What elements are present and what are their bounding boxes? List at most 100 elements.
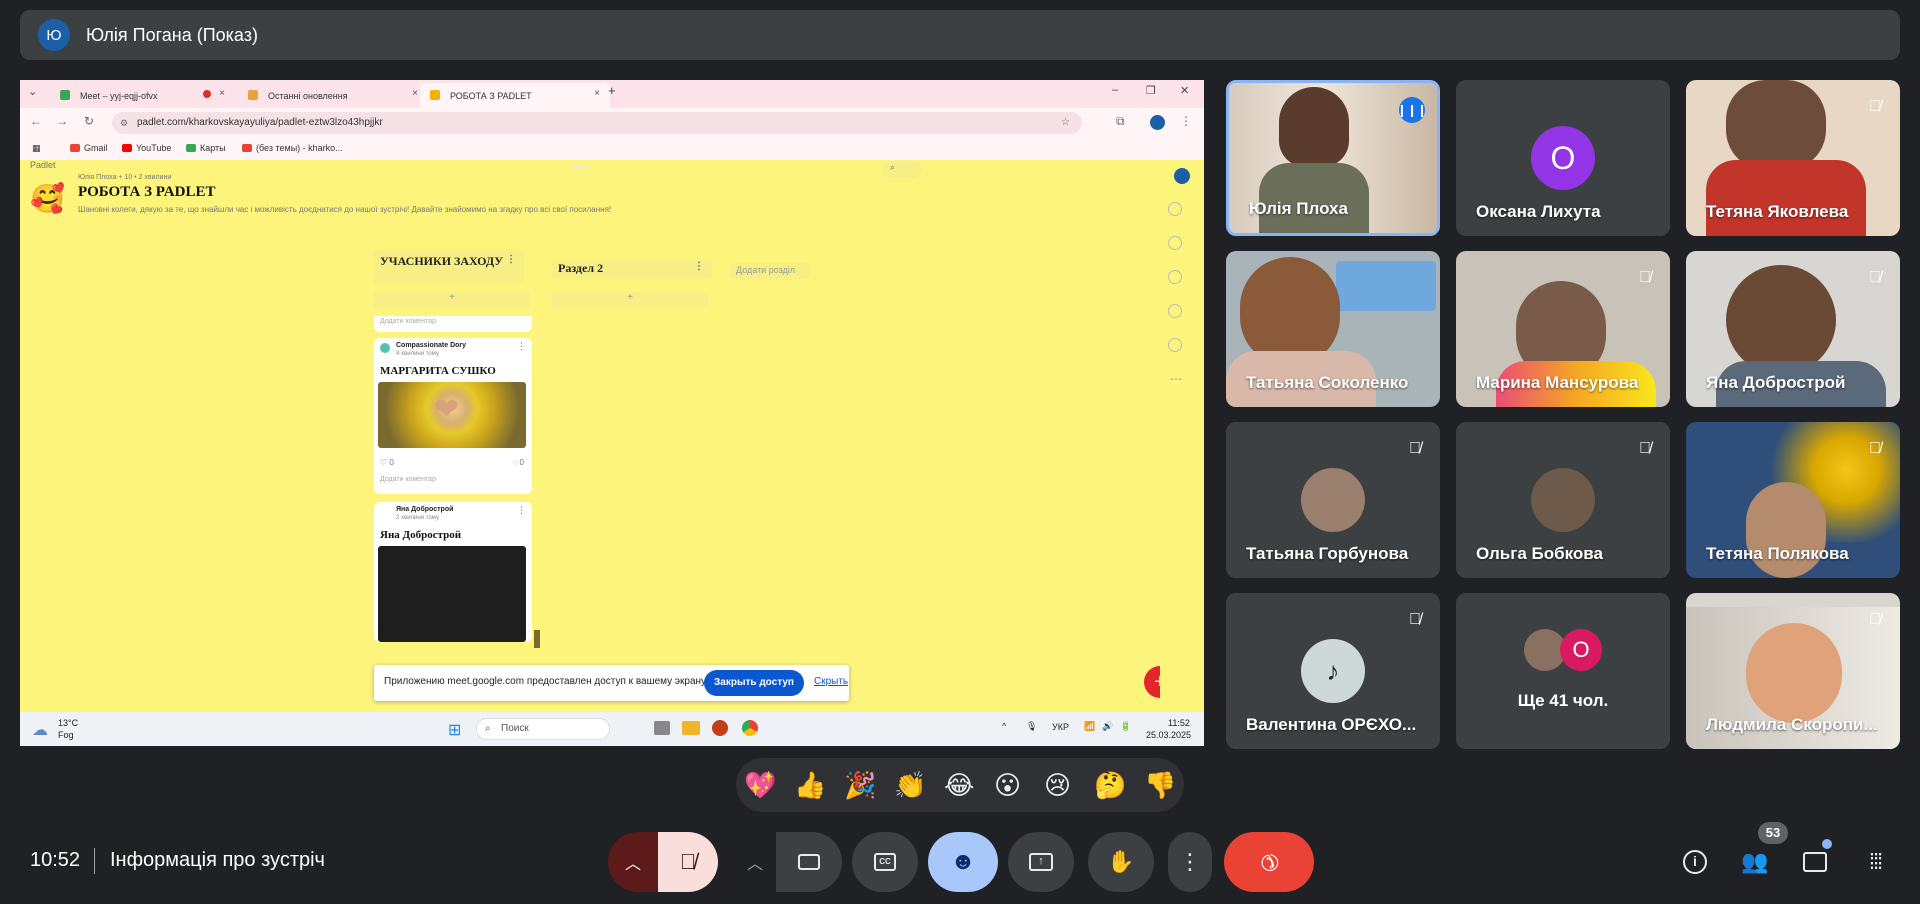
- collaborators-icon[interactable]: ●●•: [572, 162, 588, 173]
- add-comment-link[interactable]: Додати коментар: [380, 476, 436, 483]
- reaction-thumbs-down[interactable]: 👎: [1144, 768, 1176, 802]
- reaction-party-popper[interactable]: 🎉: [844, 768, 876, 802]
- bookmark-star-icon[interactable]: ☆: [1061, 112, 1070, 134]
- raise-hand-button[interactable]: ✋: [1088, 832, 1154, 892]
- chat-button[interactable]: [1800, 847, 1830, 877]
- reaction-thumbs-up[interactable]: 👍: [794, 768, 826, 802]
- reaction-clapping[interactable]: 👏: [894, 768, 926, 802]
- hide-button[interactable]: Скрыть: [814, 676, 848, 687]
- leave-call-button[interactable]: ✆: [1224, 832, 1314, 892]
- captions-button[interactable]: CC: [852, 832, 918, 892]
- tab-updates[interactable]: Останні оновлення ×: [238, 83, 428, 108]
- site-info-icon[interactable]: ⚙: [120, 112, 128, 134]
- meeting-details-button[interactable]: i: [1680, 847, 1710, 877]
- new-tab-icon[interactable]: +: [608, 83, 616, 98]
- participant-tile[interactable]: 🎙̸ Татьяна Горбунова: [1226, 422, 1440, 578]
- window-close-icon[interactable]: ✕: [1180, 84, 1189, 97]
- participant-tile[interactable]: 🎙̸ Ольга Бобкова: [1456, 422, 1670, 578]
- notification-icon[interactable]: [1168, 270, 1182, 284]
- video-options-button[interactable]: ︿: [730, 832, 780, 892]
- tab-meet[interactable]: Meet – yyj-eqjj-ofvx ×: [50, 83, 235, 108]
- mic-tray-icon[interactable]: 🎙: [1026, 721, 1037, 732]
- section-menu-icon[interactable]: ⋮: [694, 261, 704, 272]
- menu-icon[interactable]: ⋮: [1180, 114, 1192, 128]
- close-icon[interactable]: ×: [412, 88, 418, 99]
- participant-tile[interactable]: О Оксана Лихута: [1456, 80, 1670, 236]
- comment-icon[interactable]: ◌ 0: [513, 458, 524, 467]
- battery-icon[interactable]: 🔋: [1120, 721, 1131, 732]
- present-button[interactable]: ↑: [1008, 832, 1074, 892]
- search-icon[interactable]: ⌕: [882, 162, 922, 178]
- minimize-icon[interactable]: –: [1112, 84, 1118, 96]
- stop-sharing-button[interactable]: Закрыть доступ: [704, 670, 804, 696]
- microphone-button[interactable]: 🎙̸: [658, 832, 718, 892]
- activities-button[interactable]: ⁞⁞⁞: [1860, 847, 1890, 877]
- add-post-button[interactable]: +: [552, 292, 708, 308]
- slideshow-icon[interactable]: [1168, 304, 1182, 318]
- more-icon[interactable]: ⋯: [1170, 372, 1182, 386]
- reaction-laughing[interactable]: 😂: [944, 768, 974, 802]
- tab-search-icon[interactable]: ⌄: [28, 85, 37, 98]
- add-comment-link[interactable]: Додати коментар: [380, 318, 436, 325]
- camera-button[interactable]: [776, 832, 842, 892]
- task-view-icon[interactable]: [654, 721, 670, 735]
- language-indicator[interactable]: УКР: [1052, 722, 1069, 732]
- bookmark-maps[interactable]: Карты: [186, 143, 226, 153]
- section-header-2[interactable]: Раздел 2 ⋮: [552, 260, 712, 278]
- participant-tile[interactable]: 🎙̸ Тетяна Яковлева: [1686, 80, 1900, 236]
- more-participants-tile[interactable]: О Ще 41 чол.: [1456, 593, 1670, 749]
- close-icon[interactable]: ×: [219, 88, 225, 99]
- profile-icon[interactable]: [1174, 168, 1190, 184]
- bookmark-gmail[interactable]: Gmail: [70, 143, 108, 153]
- bookmark-youtube[interactable]: YouTube: [122, 143, 171, 153]
- post-card[interactable]: Compassionate Dory 4 хвилини тому ⋮ МАРГ…: [374, 338, 532, 494]
- extensions-icon[interactable]: ⧉: [1116, 114, 1125, 129]
- add-section-button[interactable]: Додати розділ: [730, 263, 810, 279]
- reaction-surprised[interactable]: 😮: [994, 768, 1021, 802]
- add-post-button[interactable]: +: [374, 292, 530, 308]
- forward-icon[interactable]: →: [56, 114, 68, 128]
- remake-icon[interactable]: [1168, 236, 1182, 250]
- meeting-info-label[interactable]: Інформація про зустріч: [110, 849, 325, 872]
- section-menu-icon[interactable]: ⋮: [506, 252, 516, 268]
- windows-start-icon[interactable]: ⊞: [448, 720, 461, 740]
- restore-icon[interactable]: ❐: [1146, 84, 1156, 97]
- file-explorer-icon[interactable]: [682, 721, 700, 735]
- section-header-participants[interactable]: УЧАСНИКИ ЗАХОДУ ⋮: [374, 250, 524, 284]
- participant-tile[interactable]: ♪ 🎙̸ Валентина ОРЄХО...: [1226, 593, 1440, 749]
- settings-icon[interactable]: [1168, 338, 1182, 352]
- clock-time[interactable]: 11:52: [1168, 718, 1190, 728]
- people-button[interactable]: 👥: [1740, 847, 1770, 877]
- tab-padlet[interactable]: РОБОТА З PADLET ×: [420, 83, 610, 108]
- resize-handle[interactable]: [534, 630, 540, 648]
- reaction-thinking[interactable]: 🤔: [1094, 768, 1126, 802]
- like-icon[interactable]: ♡ 0: [380, 458, 394, 467]
- volume-icon[interactable]: 🔊: [1102, 721, 1113, 732]
- padlet-brand[interactable]: Padlet: [30, 160, 56, 170]
- apps-icon[interactable]: ▦: [32, 143, 41, 154]
- post-menu-icon[interactable]: ⋮: [517, 341, 526, 352]
- participant-tile[interactable]: Татьяна Соколенко: [1226, 251, 1440, 407]
- reaction-sparkling-heart[interactable]: 💖: [744, 768, 776, 802]
- participant-tile[interactable]: 🎙̸ Яна Добрострой: [1686, 251, 1900, 407]
- participant-tile[interactable]: 🎙̸ Тетяна Полякова: [1686, 422, 1900, 578]
- back-icon[interactable]: ←: [30, 114, 42, 128]
- taskbar-search[interactable]: ⌕ Поиск: [476, 718, 610, 740]
- share-icon[interactable]: [1168, 202, 1182, 216]
- clock-date[interactable]: 25.03.2025: [1146, 730, 1191, 740]
- close-icon[interactable]: ×: [594, 88, 600, 99]
- participant-tile[interactable]: ❙❙❙ Юлія Плоха: [1226, 80, 1440, 236]
- post-menu-icon[interactable]: ⋮: [517, 505, 526, 516]
- tray-chevron-icon[interactable]: ^: [1002, 721, 1006, 731]
- audio-options-button[interactable]: ︿: [608, 832, 658, 892]
- post-image[interactable]: ❤: [378, 382, 526, 448]
- participant-tile[interactable]: 🎙̸ Людмила Скоропи...: [1686, 593, 1900, 749]
- post-card-partial[interactable]: Додати коментар: [374, 316, 532, 332]
- wifi-icon[interactable]: 📶: [1084, 721, 1095, 732]
- participant-tile[interactable]: 🎙̸ Марина Мансурова: [1456, 251, 1670, 407]
- reaction-crying[interactable]: 😢: [1044, 768, 1071, 802]
- post-card[interactable]: Яна Добрострой 2 хвилини тому ⋮ Яна Добр…: [374, 502, 532, 642]
- address-bar[interactable]: ⚙ padlet.com/kharkovskayayuliya/padlet-e…: [112, 112, 1082, 134]
- reactions-button[interactable]: ☻: [928, 832, 998, 892]
- powerpoint-icon[interactable]: [712, 720, 728, 736]
